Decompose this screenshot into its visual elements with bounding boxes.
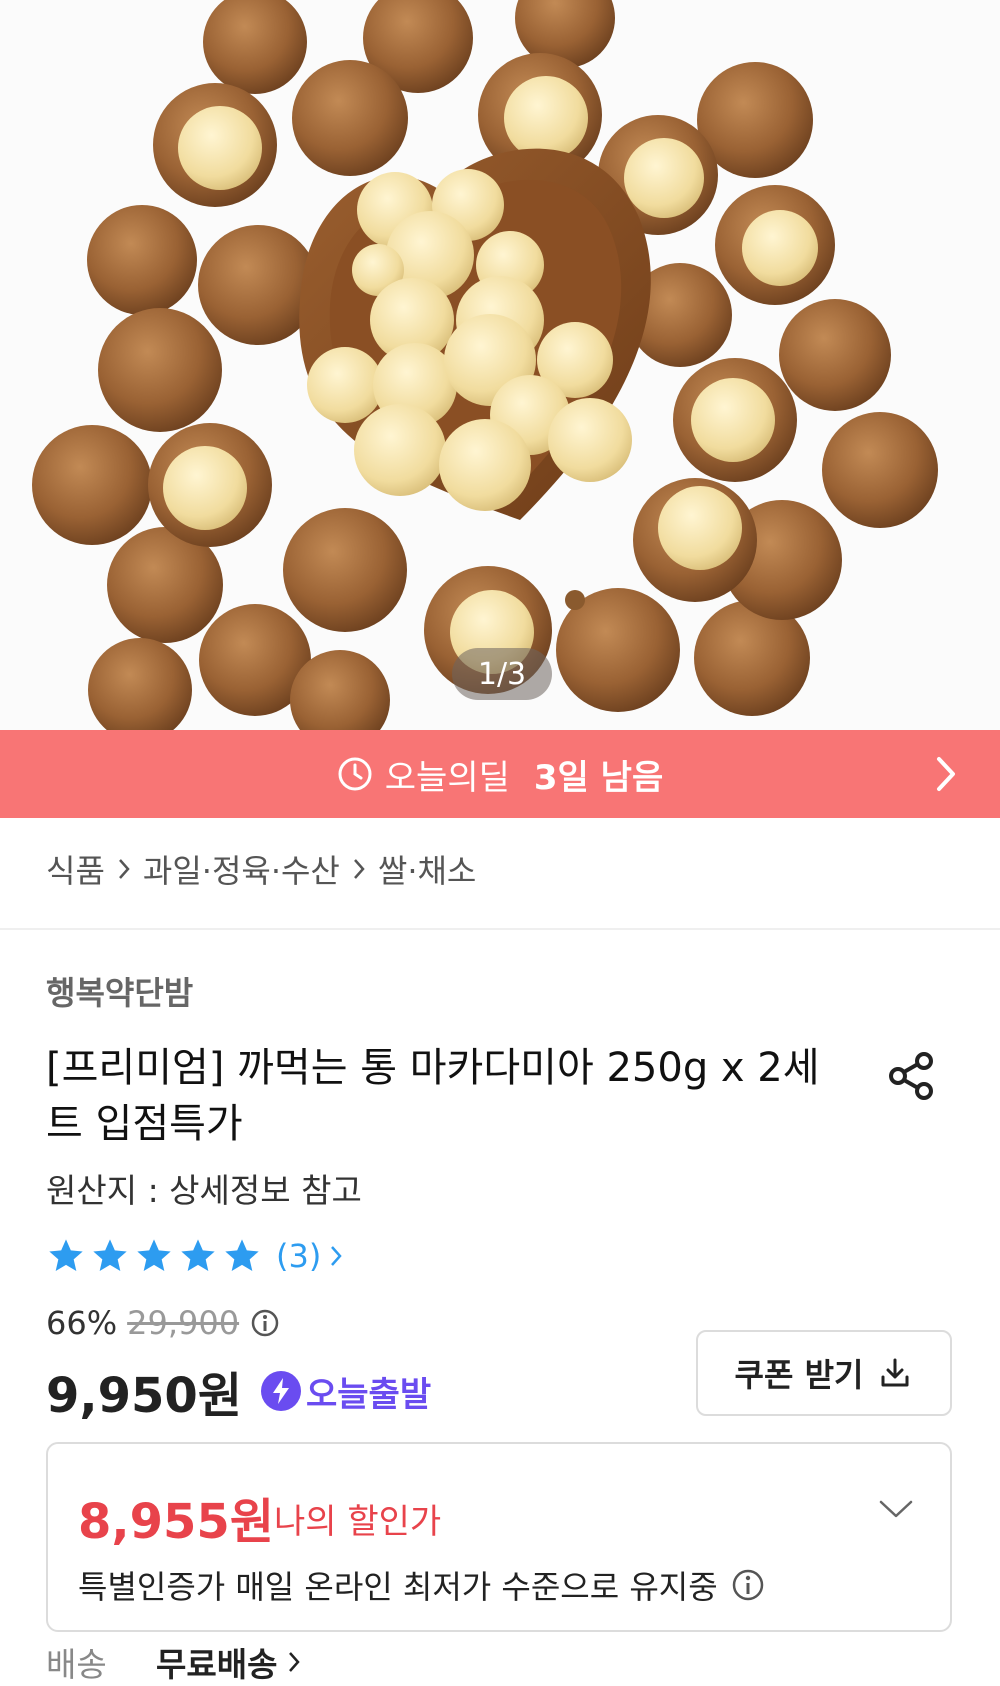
clock-icon	[338, 757, 372, 791]
star-icon	[225, 1239, 259, 1271]
sale-price: 9,950원	[46, 1368, 242, 1424]
breadcrumb-item-fruit-meat-seafood[interactable]: 과일·정육·수산	[143, 846, 340, 892]
shipping-value: 무료배송	[156, 1645, 278, 1684]
coupon-button-label: 쿠폰 받기	[734, 1356, 864, 1394]
share-icon[interactable]	[884, 1048, 940, 1104]
chevron-right-icon	[353, 859, 365, 879]
price-guarantee-text: 특별인증가 매일 온라인 최저가 수준으로 유지중	[78, 1568, 718, 1606]
my-discount-price-box[interactable]: 8,955원 나의 할인가 특별인증가 매일 온라인 최저가 수준으로 유지중	[46, 1442, 952, 1632]
rating-row[interactable]: (3)	[46, 1236, 343, 1276]
image-pager: 1/3	[452, 648, 552, 700]
my-discount-price: 8,955원	[78, 1494, 274, 1550]
download-icon	[881, 1358, 909, 1387]
chevron-right-icon	[331, 1246, 343, 1266]
price-guarantee-note: 특별인증가 매일 온라인 최저가 수준으로 유지중	[78, 1562, 766, 1608]
info-icon[interactable]	[249, 1307, 281, 1339]
info-icon[interactable]	[730, 1567, 766, 1603]
lightning-icon	[261, 1371, 301, 1411]
discount-rate: 66%	[46, 1304, 118, 1342]
chevron-right-icon	[937, 757, 955, 791]
chevron-right-icon	[289, 1652, 301, 1672]
price-row: 9,950원 오늘출발	[46, 1356, 431, 1426]
seller-name[interactable]: 행복약단밤	[46, 968, 193, 1014]
star-icon	[181, 1239, 215, 1271]
deal-remaining: 3일 남음	[533, 757, 664, 798]
review-count[interactable]: (3)	[276, 1237, 321, 1275]
breadcrumb-item-food[interactable]: 식품	[46, 846, 105, 892]
star-icon	[93, 1239, 127, 1271]
section-divider	[0, 928, 1000, 930]
deal-label: 오늘의딜	[384, 757, 510, 798]
todays-deal-banner[interactable]: 오늘의딜 3일 남음	[0, 730, 1000, 818]
breadcrumb-item-rice-vegetables[interactable]: 쌀·채소	[378, 846, 477, 892]
coupon-download-button[interactable]: 쿠폰 받기	[696, 1330, 952, 1416]
today-dispatch-badge: 오늘출발	[306, 1374, 432, 1415]
my-discount-label: 나의 할인가	[274, 1502, 442, 1542]
shipping-label: 배송	[46, 1645, 107, 1684]
shipping-row[interactable]: 배송 무료배송	[46, 1638, 301, 1686]
breadcrumb: 식품 과일·정육·수산 쌀·채소	[46, 846, 476, 892]
macadamia-photo	[0, 0, 1000, 730]
chevron-down-icon[interactable]	[878, 1498, 914, 1520]
discount-row: 66% 29,900	[46, 1304, 281, 1342]
origin-info: 원산지 : 상세정보 참고	[46, 1171, 362, 1210]
product-image[interactable]: 1/3	[0, 0, 1000, 730]
chevron-right-icon	[118, 859, 130, 879]
product-title: [프리미엄] 까먹는 통 마카다미아 250g x 2세트 입점특가	[46, 1045, 820, 1147]
star-icon	[137, 1239, 171, 1271]
original-price: 29,900	[127, 1304, 240, 1342]
star-icon	[49, 1239, 83, 1271]
